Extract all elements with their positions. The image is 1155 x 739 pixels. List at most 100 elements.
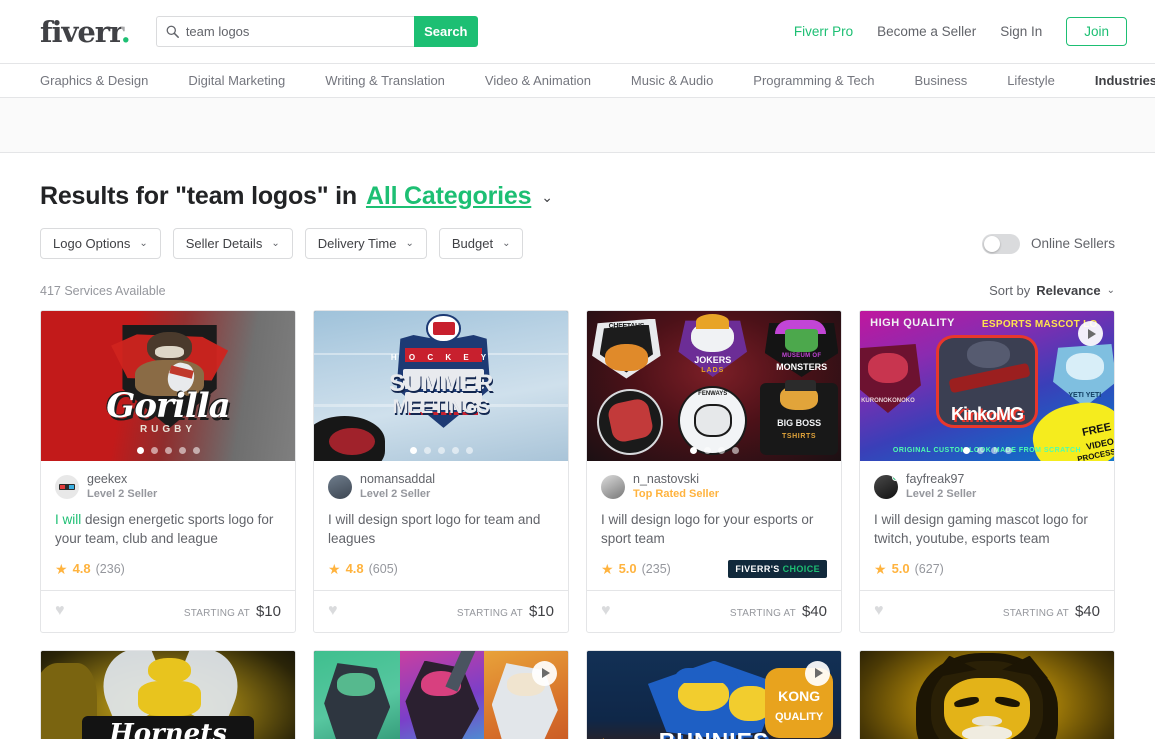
filter-bar: Logo Options ⌄ Seller Details ⌄ Delivery… xyxy=(40,228,1115,259)
heart-icon[interactable]: ♥ xyxy=(601,603,611,619)
carousel-dots[interactable] xyxy=(314,447,568,454)
seller-name[interactable]: fayfreak97 xyxy=(906,472,976,486)
seller-info[interactable]: geekex Level 2 Seller xyxy=(55,472,281,502)
seller-info[interactable]: nomansaddal Level 2 Seller xyxy=(328,472,554,502)
gig-price: STARTING AT $10 xyxy=(184,603,281,620)
toggle-track[interactable] xyxy=(981,233,1020,254)
carousel-dot[interactable] xyxy=(703,447,711,454)
gig-artwork-hockey-summer-meetings: H O C K E Y SUMMER MEETINGS xyxy=(314,311,568,461)
sign-in-link[interactable]: Sign In xyxy=(1000,24,1042,39)
join-button[interactable]: Join xyxy=(1066,17,1127,46)
gig-card[interactable]: Gorilla RUGBY geekex Level 2 Seller I wi… xyxy=(40,310,296,633)
carousel-dot[interactable] xyxy=(150,447,158,454)
video-play-button[interactable] xyxy=(805,660,830,686)
carousel-dot[interactable] xyxy=(451,447,459,454)
gig-thumbnail[interactable]: Hornets OF HUNTINGTON HEIGHTS xyxy=(41,650,295,739)
gig-thumbnail[interactable] xyxy=(860,650,1114,739)
gig-thumbnail[interactable]: H O C K E Y SUMMER MEETINGS xyxy=(314,311,568,461)
nav-label: Business xyxy=(914,73,968,88)
gig-artwork-kinkomg-esports: HIGH QUALITY ESPORTS MASCOT LO KURONOKON… xyxy=(860,311,1114,461)
video-play-button[interactable] xyxy=(532,660,557,686)
gig-rating: ★ 5.0 (627) xyxy=(874,558,1100,580)
video-play-button[interactable] xyxy=(1078,321,1103,346)
gig-artwork-mascot-collage: CHEETAHS JOKERS LADS MUSEUM OF MONSTERS xyxy=(587,311,841,461)
carousel-dot[interactable] xyxy=(178,447,186,454)
gig-card[interactable] xyxy=(859,649,1115,739)
seller-name[interactable]: nomansaddal xyxy=(360,472,435,486)
carousel-dot[interactable] xyxy=(164,447,172,454)
sort-by-dropdown[interactable]: Sort by Relevance ⌄ xyxy=(989,283,1115,298)
gig-card[interactable]: CHEETAHS JOKERS LADS MUSEUM OF MONSTERS xyxy=(586,310,842,633)
carousel-dot[interactable] xyxy=(962,447,970,454)
fiverr-pro-link[interactable]: Fiverr Pro xyxy=(794,24,853,39)
nav-item-lifestyle[interactable]: Lifestyle xyxy=(1007,73,1055,88)
nav-item-digital-marketing[interactable]: Digital Marketing xyxy=(188,73,285,88)
carousel-dot[interactable] xyxy=(192,447,200,454)
carousel-dot[interactable] xyxy=(136,447,144,454)
carousel-dot[interactable] xyxy=(731,447,739,454)
gig-thumbnail[interactable]: CHEETAHS JOKERS LADS MUSEUM OF MONSTERS xyxy=(587,311,841,461)
carousel-dot[interactable] xyxy=(990,447,998,454)
nav-item-graphics-design[interactable]: Graphics & Design xyxy=(40,73,148,88)
gig-thumbnail[interactable]: BUNNIES ESPORT-TEAM KONG QUALITY xyxy=(587,650,841,739)
nav-item-video-animation[interactable]: Video & Animation xyxy=(485,73,591,88)
carousel-dot[interactable] xyxy=(1004,447,1012,454)
nav-item-industries[interactable]: Industries NEW xyxy=(1095,73,1155,88)
carousel-dot[interactable] xyxy=(409,447,417,454)
carousel-dots[interactable] xyxy=(587,447,841,454)
gig-card[interactable]: H O C K E Y SUMMER MEETINGS nomansaddal … xyxy=(313,310,569,633)
site-header: fiverr. Search Fiverr Pro Become a Selle… xyxy=(0,0,1155,64)
carousel-dot[interactable] xyxy=(437,447,445,454)
category-link[interactable]: All Categories xyxy=(366,182,532,211)
gig-thumbnail[interactable]: Gorilla RUGBY xyxy=(41,311,295,461)
gig-card[interactable]: SAUX SURROGATE WIZ xyxy=(313,649,569,739)
seller-level: Top Rated Seller xyxy=(633,488,719,501)
heart-icon[interactable]: ♥ xyxy=(55,603,65,619)
seller-info[interactable]: fayfreak97 Level 2 Seller xyxy=(874,472,1100,502)
filter-logo-options[interactable]: Logo Options ⌄ xyxy=(40,228,161,259)
gig-card[interactable]: HIGH QUALITY ESPORTS MASCOT LO KURONOKON… xyxy=(859,310,1115,633)
nav-item-business[interactable]: Business xyxy=(914,73,967,88)
search-button[interactable]: Search xyxy=(413,16,478,47)
rating-count: (236) xyxy=(95,561,125,576)
become-a-seller-link[interactable]: Become a Seller xyxy=(877,24,976,39)
filter-seller-details[interactable]: Seller Details ⌄ xyxy=(172,228,293,259)
gig-title[interactable]: I will design logo for your esports or s… xyxy=(601,511,827,549)
carousel-dot[interactable] xyxy=(717,447,725,454)
heart-icon[interactable]: ♥ xyxy=(874,603,884,619)
carousel-dot[interactable] xyxy=(423,447,431,454)
gig-title-text: design energetic sports logo for your te… xyxy=(55,511,274,546)
carousel-dots[interactable] xyxy=(860,447,1114,454)
seller-name[interactable]: geekex xyxy=(87,472,157,486)
carousel-dots[interactable] xyxy=(41,447,295,454)
gig-thumbnail[interactable]: HIGH QUALITY ESPORTS MASCOT LO KURONOKON… xyxy=(860,311,1114,461)
avatar[interactable] xyxy=(601,474,625,499)
gig-card[interactable]: Hornets OF HUNTINGTON HEIGHTS xyxy=(40,649,296,739)
online-sellers-toggle[interactable]: Online Sellers xyxy=(981,233,1115,254)
avatar[interactable] xyxy=(874,474,898,499)
carousel-dot[interactable] xyxy=(465,447,473,454)
nav-item-music-audio[interactable]: Music & Audio xyxy=(631,73,713,88)
nav-item-programming-tech[interactable]: Programming & Tech xyxy=(753,73,874,88)
avatar[interactable] xyxy=(328,474,352,499)
carousel-dot[interactable] xyxy=(976,447,984,454)
seller-info[interactable]: n_nastovski Top Rated Seller xyxy=(601,472,827,502)
price-amount: $10 xyxy=(255,602,281,620)
heart-icon[interactable]: ♥ xyxy=(328,603,338,619)
carousel-dot[interactable] xyxy=(689,447,697,454)
gig-title[interactable]: I will design energetic sports logo for … xyxy=(55,511,281,549)
seller-name[interactable]: n_nastovski xyxy=(633,472,719,486)
filter-budget[interactable]: Budget ⌄ xyxy=(438,228,524,259)
gig-title[interactable]: I will design sport logo for team and le… xyxy=(328,511,554,549)
gig-thumbnail[interactable]: SAUX SURROGATE WIZ xyxy=(314,650,568,739)
gig-card[interactable]: BUNNIES ESPORT-TEAM KONG QUALITY xyxy=(586,649,842,739)
chevron-down-icon[interactable]: ⌄ xyxy=(541,189,553,206)
avatar[interactable] xyxy=(55,474,79,499)
filter-delivery-time[interactable]: Delivery Time ⌄ xyxy=(304,228,427,259)
gig-title[interactable]: I will design gaming mascot logo for twi… xyxy=(874,511,1100,549)
search-input-wrapper[interactable] xyxy=(155,16,414,47)
search-input[interactable] xyxy=(185,24,405,39)
gig-rating: ★ 4.8 (605) xyxy=(328,558,554,580)
fiverr-logo[interactable]: fiverr. xyxy=(40,14,131,49)
nav-item-writing-translation[interactable]: Writing & Translation xyxy=(325,73,445,88)
